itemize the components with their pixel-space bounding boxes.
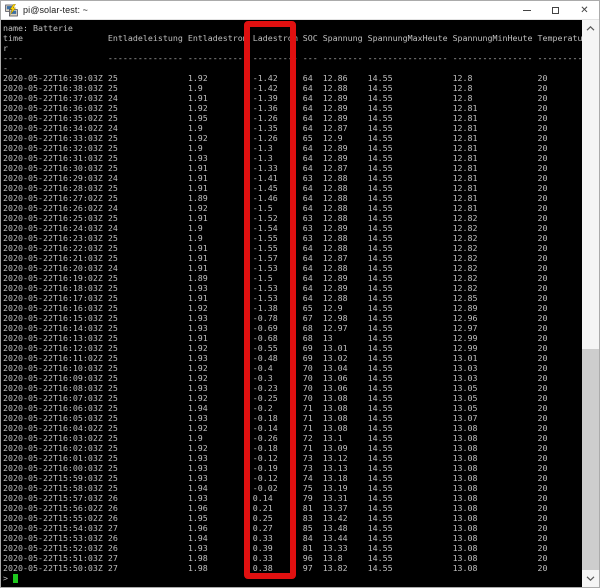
table-row: 2020-05-22T16:11:02Z 25 1.93 -0.48 69 13… [3,353,584,363]
table-row: 2020-05-22T15:57:03Z 26 1.93 0.14 79 13.… [3,493,584,503]
table-row: 2020-05-22T16:00:03Z 25 1.93 -0.19 73 13… [3,463,584,473]
chevron-up-icon [586,26,595,31]
scrollbar-down-button[interactable] [582,570,599,587]
scrollbar-thumb[interactable] [582,349,599,572]
minimize-button[interactable] [512,1,541,20]
table-row: 2020-05-22T16:14:03Z 25 1.93 -0.69 68 12… [3,323,584,333]
minimize-icon [523,10,531,11]
table-row: 2020-05-22T16:33:03Z 25 1.92 -1.26 65 12… [3,133,584,143]
table-separator-wrap-line: - [3,63,584,73]
table-row: 2020-05-22T16:39:03Z 25 1.92 -1.42 64 12… [3,73,584,83]
table-row: 2020-05-22T16:36:03Z 25 1.92 -1.36 64 12… [3,103,584,113]
terminal-output: name: Batterietime Entladeleistung Entla… [1,20,584,583]
table-row: 2020-05-22T16:31:03Z 25 1.93 -1.3 64 12.… [3,153,584,163]
putty-app-icon [5,4,18,17]
table-row: 2020-05-22T15:58:03Z 25 1.94 -0.02 75 13… [3,483,584,493]
maximize-button[interactable] [541,1,570,20]
table-separator-line: ---- --------------- ------------ ------… [3,53,584,63]
table-row: 2020-05-22T16:05:03Z 25 1.93 -0.18 71 13… [3,413,584,423]
table-row: 2020-05-22T16:25:03Z 25 1.91 -1.52 63 12… [3,213,584,223]
table-header-wrap-line: r [3,43,584,53]
table-header-line: time Entladeleistung Entladestrom Ladest… [3,33,584,43]
table-row: 2020-05-22T16:21:03Z 25 1.91 -1.57 64 12… [3,253,584,263]
table-row: 2020-05-22T16:38:03Z 25 1.9 -1.42 64 12.… [3,83,584,93]
table-row: 2020-05-22T16:12:03Z 25 1.92 -0.55 69 13… [3,343,584,353]
table-row: 2020-05-22T16:17:03Z 25 1.91 -1.53 64 12… [3,293,584,303]
table-row: 2020-05-22T16:07:03Z 25 1.92 -0.25 70 13… [3,393,584,403]
table-row: 2020-05-22T16:01:03Z 25 1.93 -0.12 73 13… [3,453,584,463]
table-row: 2020-05-22T16:29:03Z 24 1.91 -1.41 63 12… [3,173,584,183]
table-row: 2020-05-22T16:34:02Z 24 1.9 -1.35 64 12.… [3,123,584,133]
table-row: 2020-05-22T16:30:03Z 25 1.91 -1.33 64 12… [3,163,584,173]
table-row: 2020-05-22T16:24:03Z 24 1.9 -1.54 63 12.… [3,223,584,233]
caption-buttons: ✕ [512,1,599,20]
table-row: 2020-05-22T16:04:02Z 25 1.92 -0.14 71 13… [3,423,584,433]
window-title: pi@solar-test: ~ [23,5,88,15]
prompt-symbol: > [3,573,13,583]
table-row: 2020-05-22T16:35:02Z 25 1.95 -1.26 64 12… [3,113,584,123]
measurement-name-line: name: Batterie [3,23,584,33]
table-row: 2020-05-22T16:26:02Z 24 1.92 -1.5 64 12.… [3,203,584,213]
table-row: 2020-05-22T16:18:03Z 25 1.93 -1.53 64 12… [3,283,584,293]
maximize-icon [552,7,559,14]
putty-window: pi@solar-test: ~ ✕ name: Batterietime En… [0,0,600,588]
table-row: 2020-05-22T15:52:03Z 26 1.93 0.39 81 13.… [3,543,584,553]
table-row: 2020-05-22T16:27:02Z 25 1.89 -1.46 64 12… [3,193,584,203]
table-row: 2020-05-22T15:53:03Z 26 1.94 0.33 84 13.… [3,533,584,543]
table-row: 2020-05-22T16:16:03Z 25 1.92 -1.38 65 12… [3,303,584,313]
close-icon: ✕ [580,6,588,16]
table-row: 2020-05-22T16:32:03Z 25 1.9 -1.3 64 12.8… [3,143,584,153]
titlebar[interactable]: pi@solar-test: ~ ✕ [1,1,599,20]
prompt-line: > [3,573,584,583]
terminal-screen[interactable]: name: Batterietime Entladeleistung Entla… [1,20,584,587]
table-row: 2020-05-22T16:28:03Z 25 1.91 -1.45 64 12… [3,183,584,193]
table-row: 2020-05-22T16:09:03Z 25 1.92 -0.3 70 13.… [3,373,584,383]
table-row: 2020-05-22T16:10:03Z 25 1.92 -0.4 70 13.… [3,363,584,373]
table-row: 2020-05-22T15:54:03Z 27 1.96 0.27 85 13.… [3,523,584,533]
table-row: 2020-05-22T16:23:03Z 25 1.9 -1.55 63 12.… [3,233,584,243]
table-row: 2020-05-22T16:22:03Z 25 1.91 -1.55 64 12… [3,243,584,253]
table-row: 2020-05-22T15:56:02Z 26 1.96 0.21 81 13.… [3,503,584,513]
table-row: 2020-05-22T15:59:03Z 25 1.93 -0.12 74 13… [3,473,584,483]
scrollbar-up-button[interactable] [582,20,599,37]
table-row: 2020-05-22T16:03:02Z 25 1.9 -0.26 72 13.… [3,433,584,443]
table-row: 2020-05-22T15:55:02Z 26 1.95 0.25 83 13.… [3,513,584,523]
table-row: 2020-05-22T16:20:03Z 24 1.91 -1.53 64 12… [3,263,584,273]
table-row: 2020-05-22T16:02:03Z 25 1.92 -0.18 71 13… [3,443,584,453]
table-row: 2020-05-22T16:15:03Z 25 1.93 -0.78 67 12… [3,313,584,323]
table-row: 2020-05-22T16:19:02Z 25 1.89 -1.5 64 12.… [3,273,584,283]
close-button[interactable]: ✕ [570,1,599,20]
chevron-down-icon [586,576,595,581]
table-row: 2020-05-22T16:37:03Z 24 1.91 -1.39 64 12… [3,93,584,103]
table-row: 2020-05-22T16:13:03Z 25 1.91 -0.68 68 13… [3,333,584,343]
table-row: 2020-05-22T15:51:03Z 27 1.98 0.33 96 13.… [3,553,584,563]
table-row: 2020-05-22T15:50:03Z 27 1.98 0.38 97 13.… [3,563,584,573]
table-row: 2020-05-22T16:08:03Z 25 1.93 -0.23 70 13… [3,383,584,393]
terminal-cursor [13,574,18,583]
table-row: 2020-05-22T16:06:03Z 25 1.94 -0.2 71 13.… [3,403,584,413]
scrollbar[interactable] [582,20,599,587]
